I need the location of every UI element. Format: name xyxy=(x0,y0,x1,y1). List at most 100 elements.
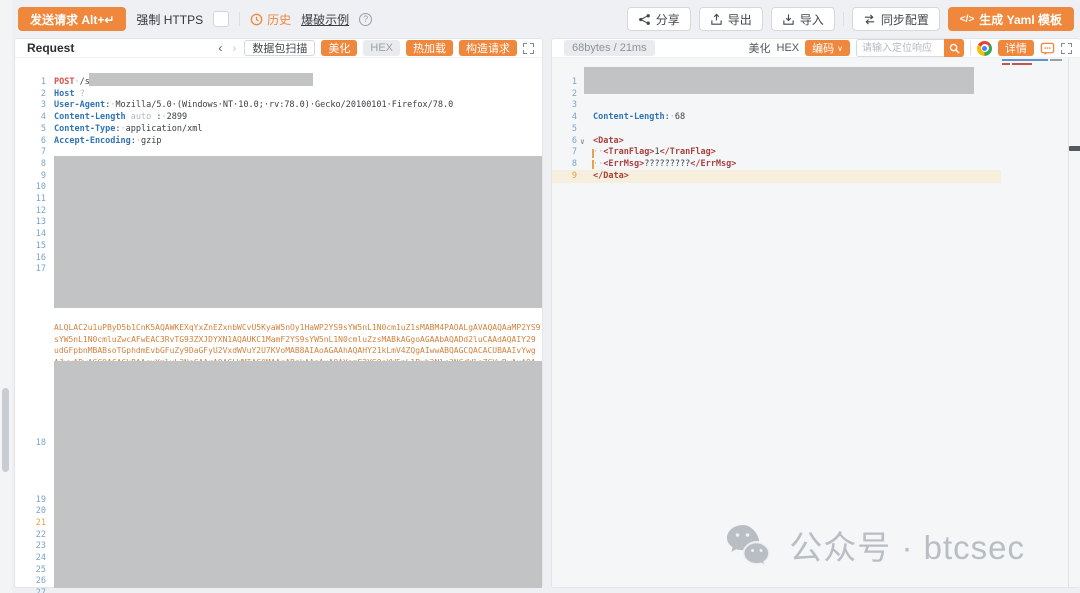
encode-dropdown[interactable]: 编码∨ xyxy=(805,40,850,56)
export-button[interactable]: 导出 xyxy=(699,7,763,31)
hex-button[interactable]: HEX xyxy=(363,40,400,56)
app-window: 发送请求 Alt+↵ 强制 HTTPS 历史 爆破示例 ? 分享 导出 xyxy=(0,0,1080,593)
force-https-label: 强制 HTTPS xyxy=(136,11,203,28)
force-https-checkbox[interactable] xyxy=(213,11,229,27)
share-button[interactable]: 分享 xyxy=(627,7,691,31)
divider xyxy=(843,12,844,26)
response-header: 68bytes / 21ms 美化 HEX 编码∨ 详情 xyxy=(552,39,1080,58)
code-token: <TranFlag> xyxy=(603,147,654,157)
request-header: Request ‹ › 数据包扫描 美化 HEX 热加载 构造请求 xyxy=(15,39,542,58)
code-token: Content-Type xyxy=(54,124,115,134)
send-request-button[interactable]: 发送请求 Alt+↵ xyxy=(18,7,126,31)
code-token: </TranFlag> xyxy=(660,147,716,157)
response-editor[interactable]: 123456789HTTP/1.1·200Content-Length:·68∨… xyxy=(552,58,1080,587)
prev-request-arrow[interactable]: ‹ xyxy=(216,41,224,55)
share-icon xyxy=(638,13,651,26)
history-link[interactable]: 历史 xyxy=(250,11,291,28)
line-number: 3 xyxy=(15,100,46,112)
line-number: 5 xyxy=(15,124,46,136)
code-token: </ErrMsg> xyxy=(690,159,736,169)
generate-yaml-button[interactable]: </> 生成 Yaml 模板 xyxy=(948,7,1074,31)
clock-icon xyxy=(250,13,263,26)
line-number: 6 xyxy=(546,136,577,148)
wechat-icon xyxy=(725,524,777,566)
code-line: Host ? xyxy=(54,89,85,101)
line-number: 16 xyxy=(15,253,46,265)
line-number: 2 xyxy=(15,89,46,101)
fullscreen-icon[interactable] xyxy=(523,43,534,54)
scrollbar-thumb[interactable] xyxy=(1069,146,1080,151)
packet-scan-button[interactable]: 数据包扫描 xyxy=(244,40,315,56)
line-number: 8 xyxy=(15,159,46,171)
hot-reload-button[interactable]: 热加载 xyxy=(406,40,453,56)
line-number: 7 xyxy=(15,147,46,159)
blast-example-link[interactable]: 爆破示例 xyxy=(301,11,349,28)
comment-icon[interactable] xyxy=(1040,41,1055,56)
sync-config-button[interactable]: 同步配置 xyxy=(852,7,940,31)
watermark: 公众号 · btcsec xyxy=(725,521,1025,569)
code-line: ··<ErrMsg>?????????</ErrMsg> xyxy=(593,159,736,171)
beautify-button[interactable]: 美化 xyxy=(321,40,357,56)
line-number: 15 xyxy=(15,241,46,253)
line-number: 13 xyxy=(15,217,46,229)
line-number: 14 xyxy=(15,229,46,241)
line-number: 24 xyxy=(15,553,46,565)
next-request-arrow[interactable]: › xyxy=(230,41,238,55)
line-number: 26 xyxy=(15,576,46,588)
line-number: 7 xyxy=(546,147,577,159)
code-token: Mozilla/5.0·(Windows·NT·10.0;·rv:78.0)·G… xyxy=(115,100,453,110)
minimap[interactable] xyxy=(1002,59,1064,81)
redaction-box xyxy=(54,361,542,588)
code-token: auto xyxy=(131,112,151,122)
chrome-icon[interactable] xyxy=(977,41,992,56)
code-line: <Data> xyxy=(593,136,624,148)
top-toolbar: 发送请求 Alt+↵ 强制 HTTPS 历史 爆破示例 ? 分享 导出 xyxy=(18,7,1074,31)
line-number: 20 xyxy=(15,506,46,518)
line-number: 23 xyxy=(15,541,46,553)
line-number: 21 xyxy=(15,518,46,530)
line-number: 6 xyxy=(15,136,46,148)
code-token: ·· xyxy=(593,159,603,169)
code-token: </Data> xyxy=(593,171,629,181)
code-line: Content-Length auto :·2899 xyxy=(54,112,187,124)
fold-arrow-icon[interactable]: ∨ xyxy=(580,136,585,148)
line-number: 3 xyxy=(546,100,577,112)
line-number: 1 xyxy=(15,77,46,89)
response-meta-badge: 68bytes / 21ms xyxy=(564,40,655,56)
watermark-text: 公众号 · btcsec xyxy=(789,521,1025,569)
code-token: ·· xyxy=(593,147,603,157)
code-token: Accept-Encoding xyxy=(54,136,131,146)
line-number: 4 xyxy=(15,112,46,124)
page-scrollbar-thumb[interactable] xyxy=(2,388,9,472)
line-number: 17 xyxy=(15,264,46,276)
import-icon xyxy=(782,13,795,26)
page-scrollbar[interactable] xyxy=(0,0,12,593)
resp-beautify-button[interactable]: 美化 xyxy=(749,40,771,56)
details-button[interactable]: 详情 xyxy=(998,40,1034,56)
line-number: 22 xyxy=(15,530,46,542)
search-input[interactable] xyxy=(856,39,944,57)
code-token: 68 xyxy=(675,112,685,122)
code-token: Content-Length xyxy=(593,112,665,122)
line-number: 4 xyxy=(546,112,577,124)
code-token: User-Agent xyxy=(54,100,105,110)
code-token: POST xyxy=(54,77,74,87)
minimap-track xyxy=(1068,58,1069,587)
line-number: 9 xyxy=(15,171,46,183)
redaction-box xyxy=(54,156,542,308)
fullscreen-icon[interactable] xyxy=(1061,43,1072,54)
line-number: 8 xyxy=(546,159,577,171)
line-number: 11 xyxy=(15,194,46,206)
code-token: 2899 xyxy=(167,112,187,122)
request-title: Request xyxy=(27,41,74,55)
code-icon: </> xyxy=(960,14,974,25)
search-button[interactable] xyxy=(944,39,964,57)
line-number: 1 xyxy=(546,77,577,89)
import-button[interactable]: 导入 xyxy=(771,7,835,31)
response-search xyxy=(856,39,964,57)
line-number: 10 xyxy=(15,182,46,194)
help-icon[interactable]: ? xyxy=(359,13,372,26)
build-request-button[interactable]: 构造请求 xyxy=(459,40,517,56)
code-line: Accept-Encoding:·gzip xyxy=(54,136,162,148)
resp-hex-button[interactable]: HEX xyxy=(777,42,800,54)
